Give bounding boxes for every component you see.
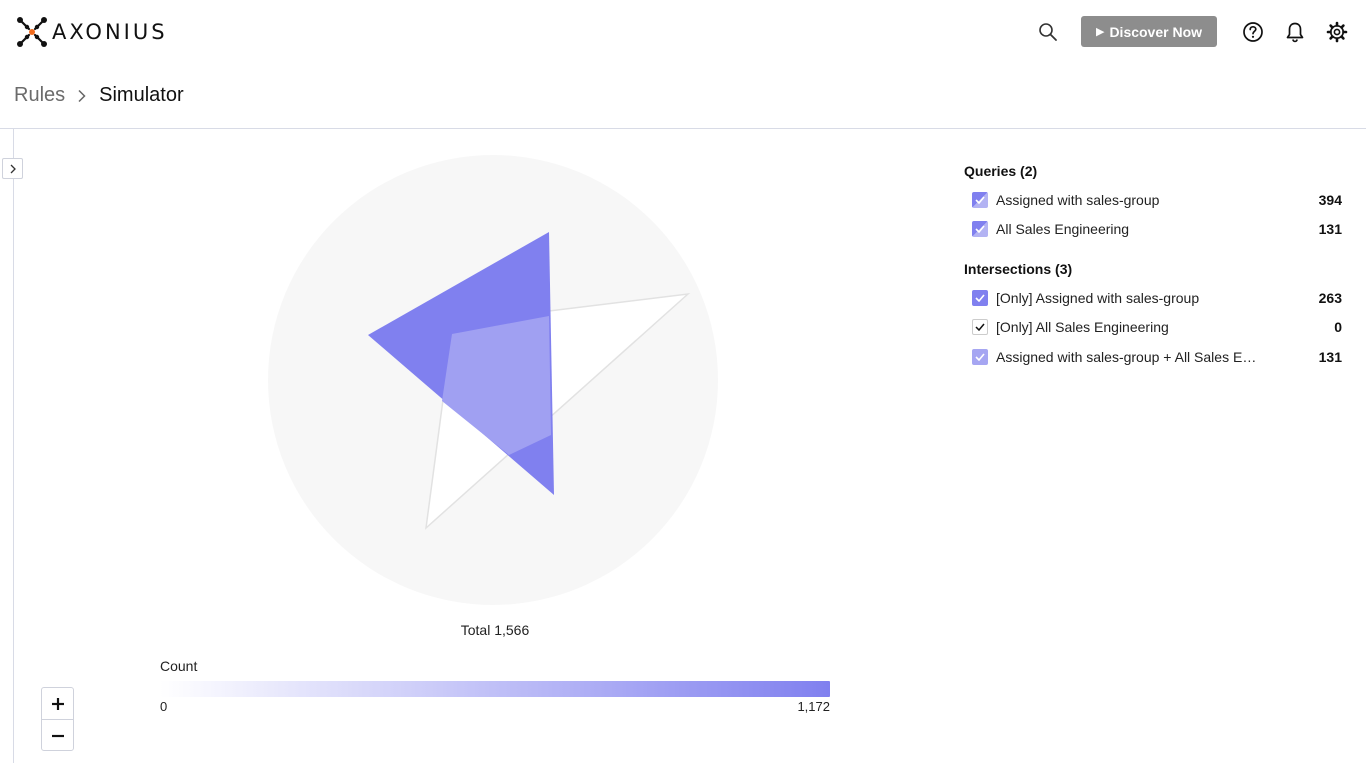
color-scale-bar (160, 681, 830, 697)
zoom-out-button[interactable] (42, 720, 73, 751)
intersection-count: 0 (1334, 319, 1342, 336)
query-count: 394 (1318, 191, 1342, 208)
breadcrumb: Rules Simulator (14, 84, 184, 107)
help-icon (1243, 22, 1263, 42)
checkbox-checked-icon[interactable] (972, 191, 988, 208)
zoom-in-button[interactable] (42, 688, 73, 719)
legend-min-value: 0 (160, 699, 168, 714)
logo[interactable]: AXONIUS (16, 16, 168, 48)
intersection-label: [Only] Assigned with sales-group (996, 289, 1200, 306)
logo-text: AXONIUS (52, 20, 168, 44)
left-rail (13, 129, 14, 763)
queries-panel: Queries (2) Assigned with sales-group 39… (964, 160, 1344, 372)
expand-panel-button[interactable] (2, 158, 23, 179)
play-icon: ▶ (1095, 26, 1105, 38)
checkbox-checked-icon[interactable] (972, 319, 988, 336)
plus-icon (51, 697, 64, 710)
intersection-count: 131 (1318, 348, 1342, 365)
checkbox-checked-icon[interactable] (972, 289, 988, 306)
discover-now-label: Discover Now (1109, 23, 1203, 40)
legend-max-value: 1,172 (797, 699, 830, 714)
query-label: Assigned with sales-group (996, 191, 1160, 208)
help-button[interactable] (1241, 20, 1265, 44)
query-label: All Sales Engineering (996, 221, 1130, 238)
simulator-chart (260, 148, 726, 614)
page-title: Simulator (99, 84, 184, 106)
intersection-item[interactable]: Assigned with sales-group + All Sales En… (964, 342, 1344, 372)
query-item[interactable]: Assigned with sales-group 394 (964, 185, 1344, 215)
search-icon (1039, 23, 1057, 41)
intersection-label: Assigned with sales-group + All Sales En… (996, 348, 1258, 365)
top-bar: AXONIUS ▶ Discover Now (0, 0, 1366, 64)
gear-icon (1326, 21, 1348, 43)
query-item[interactable]: All Sales Engineering 131 (964, 215, 1344, 245)
intersection-label: [Only] All Sales Engineering (996, 319, 1169, 336)
checkbox-checked-icon[interactable] (972, 348, 988, 365)
chevron-right-icon (77, 89, 87, 103)
notifications-button[interactable] (1283, 20, 1307, 44)
search-button[interactable] (1036, 20, 1060, 44)
zoom-controls (41, 687, 74, 751)
intersection-item[interactable]: [Only] All Sales Engineering 0 (964, 313, 1344, 343)
breadcrumb-rules-link[interactable]: Rules (14, 84, 65, 107)
minus-icon (51, 734, 64, 737)
chevron-right-icon (10, 164, 16, 173)
queries-title: Queries (2) (964, 163, 1038, 179)
total-count: Total 1,566 (460, 622, 530, 638)
intersection-count: 263 (1318, 289, 1342, 306)
intersection-item[interactable]: [Only] Assigned with sales-group 263 (964, 283, 1344, 313)
query-count: 131 (1318, 221, 1342, 238)
checkbox-checked-icon[interactable] (972, 221, 988, 238)
legend-title: Count (160, 658, 198, 674)
settings-button[interactable] (1325, 20, 1349, 44)
axonius-logo-icon (17, 17, 47, 47)
bell-icon (1286, 22, 1304, 43)
discover-now-button[interactable]: ▶ Discover Now (1081, 16, 1217, 47)
header-divider (0, 128, 1366, 129)
intersections-title: Intersections (3) (964, 261, 1073, 277)
